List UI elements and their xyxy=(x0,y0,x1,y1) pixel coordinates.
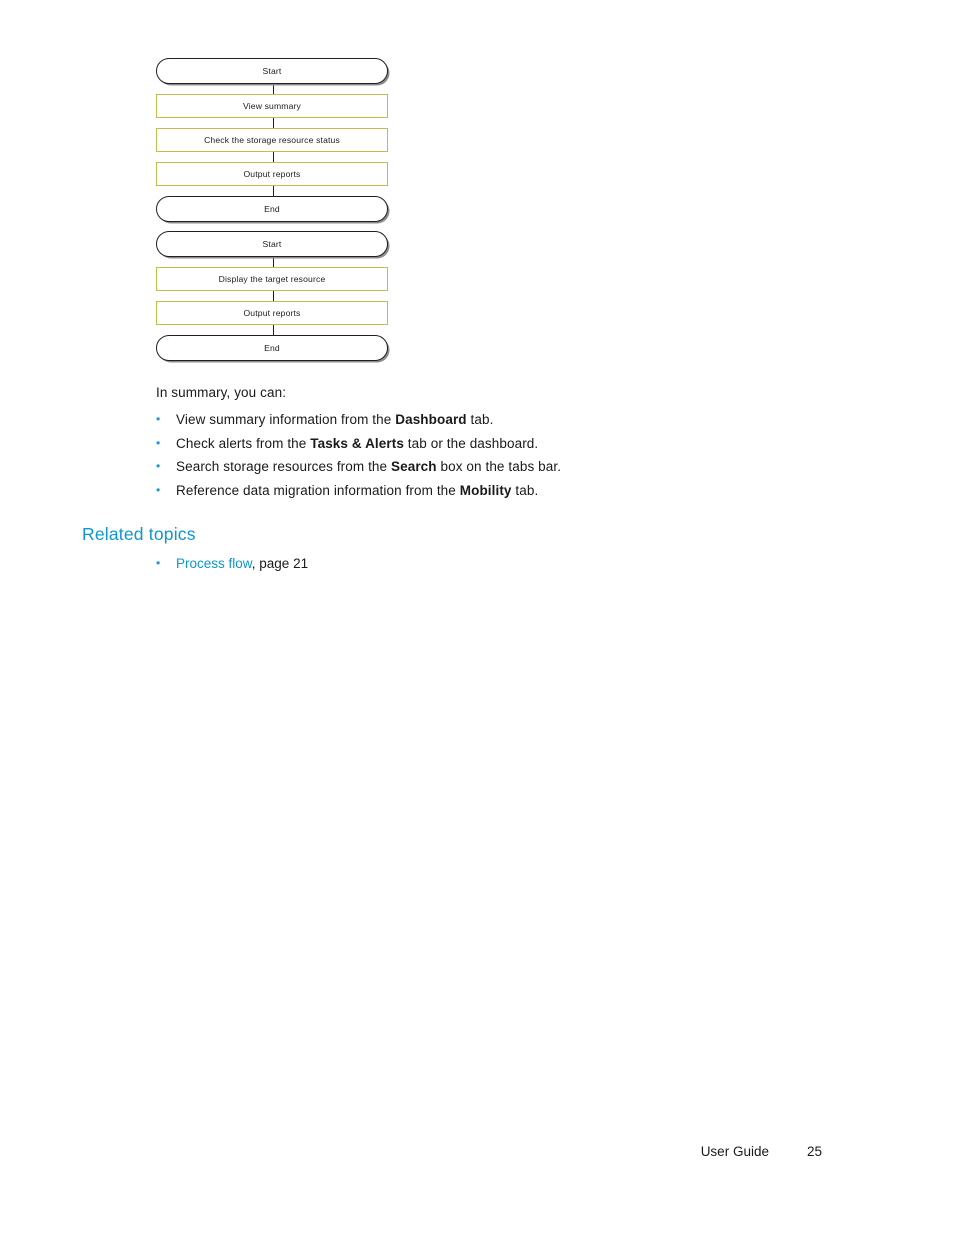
bullet-list-item: • View summary information from the Dashb… xyxy=(156,412,776,427)
flow-node-process: Output reports xyxy=(156,162,388,186)
flowchart-target-resource-flow: Start Display the target resource Output r… xyxy=(156,231,390,361)
footer-guide-label: User Guide xyxy=(700,1144,769,1159)
flow-connector xyxy=(272,257,274,267)
plain-text: Reference data migration information fro… xyxy=(176,482,460,498)
plain-text: View summary information from the xyxy=(176,412,396,427)
related-topic-text: Process flow, page 21 xyxy=(176,556,308,571)
flow-node-label: Display the target resource xyxy=(218,274,326,284)
plain-text: tab. xyxy=(466,412,494,427)
flow-node-terminal: Start xyxy=(156,231,388,257)
flow-connector xyxy=(272,152,274,162)
bullet-marker-icon: • xyxy=(156,482,161,497)
flow-connector xyxy=(272,325,274,335)
flow-node-terminal: End xyxy=(156,196,388,222)
flow-node-terminal: Start xyxy=(156,58,388,84)
flow-node-terminal: End xyxy=(156,335,388,361)
emphasised-term: Search xyxy=(391,459,437,474)
flow-node-label: Check the storage resource status xyxy=(204,135,340,145)
plain-text: tab. xyxy=(511,482,539,498)
summary-intro-text: In summary, you can: xyxy=(156,385,287,400)
emphasised-term: Tasks & Alerts xyxy=(310,435,404,451)
bullet-marker-icon: • xyxy=(156,459,161,473)
document-page: Start View summary Check the storage resou… xyxy=(0,0,954,1235)
bullet-list-item: • Search storage resources from the Searc… xyxy=(156,459,776,474)
flow-node-label: Output reports xyxy=(243,308,301,318)
flow-node-process: Output reports xyxy=(156,301,388,325)
flow-connector xyxy=(272,118,274,128)
flow-node-label: Start xyxy=(262,66,282,76)
footer-page-number: 25 xyxy=(806,1144,822,1159)
emphasised-term: Mobility xyxy=(459,482,512,498)
bullet-item-text: Check alerts from the Tasks & Alerts tab… xyxy=(176,436,538,451)
bullet-list-item: • Reference data migration information fr… xyxy=(156,483,776,498)
flowchart-summary-and-status-flow: Start View summary Check the storage resou… xyxy=(156,58,390,222)
flow-node-process: View summary xyxy=(156,94,388,118)
bullet-marker-icon: • xyxy=(156,412,161,426)
bullet-list-item: • Check alerts from the Tasks & Alerts ta… xyxy=(156,436,776,451)
flow-node-label: View summary xyxy=(243,101,301,111)
bullet-marker-icon: • xyxy=(156,435,161,450)
related-topic-page-ref: , page 21 xyxy=(251,556,309,571)
emphasised-term: Dashboard xyxy=(395,412,467,427)
related-topics-list: • Process flow, page 21 xyxy=(156,556,676,571)
page-footer: User Guide 25 xyxy=(0,1144,954,1159)
bullet-item-text: Search storage resources from the Search… xyxy=(176,459,561,474)
flowchart-container: Start View summary Check the storage resou… xyxy=(156,58,390,361)
flow-connector xyxy=(272,84,274,94)
flow-node-process: Check the storage resource status xyxy=(156,128,388,152)
flow-node-label: Output reports xyxy=(243,169,301,179)
flow-node-label: End xyxy=(264,204,280,214)
plain-text: Check alerts from the xyxy=(176,435,311,451)
summary-bullet-list: • View summary information from the Dashb… xyxy=(156,412,776,506)
plain-text: tab or the dashboard. xyxy=(403,435,539,451)
flow-node-label: End xyxy=(264,343,280,353)
related-topic-item: • Process flow, page 21 xyxy=(156,556,676,571)
flow-connector xyxy=(272,186,274,196)
flow-connector xyxy=(272,291,274,301)
related-topics-heading: Related topics xyxy=(82,524,196,544)
flowchart-separator xyxy=(156,222,390,231)
flow-node-label: Start xyxy=(262,239,282,249)
flow-node-process: Display the target resource xyxy=(156,267,388,291)
plain-text: Search storage resources from the xyxy=(176,459,391,474)
plain-text: box on the tabs bar. xyxy=(436,459,562,474)
related-topic-link[interactable]: Process flow xyxy=(176,556,252,571)
bullet-item-text: View summary information from the Dashbo… xyxy=(176,412,493,427)
bullet-item-text: Reference data migration information fro… xyxy=(176,483,538,498)
bullet-marker-icon: • xyxy=(156,556,161,570)
